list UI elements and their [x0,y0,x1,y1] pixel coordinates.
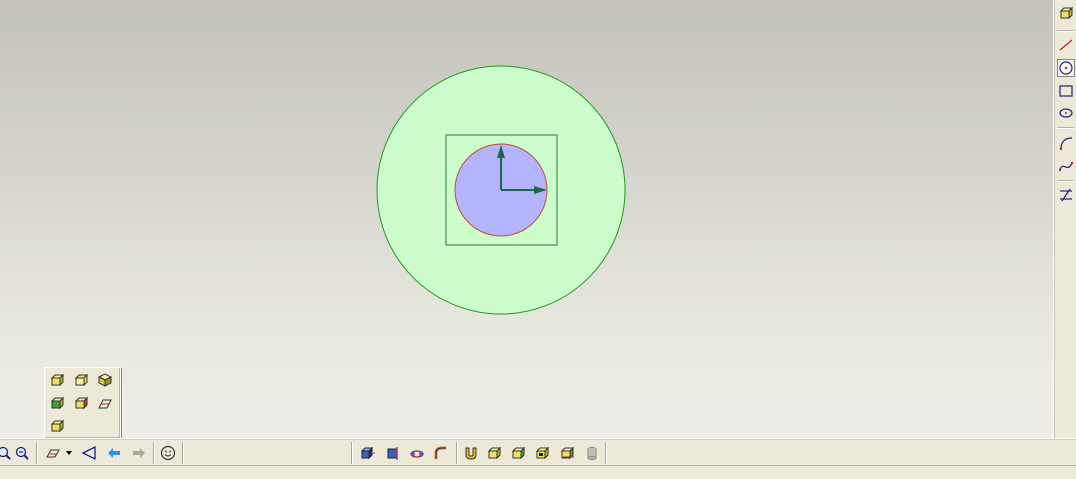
sweep-icon[interactable] [407,443,427,463]
revolve-icon[interactable] [383,443,403,463]
fillet-icon[interactable] [461,443,481,463]
toolbar-separator [605,442,607,464]
cylinder-icon[interactable] [582,443,602,463]
toolbar-separator [182,442,184,464]
toolbar-separator [153,442,155,464]
dropdown-arrow-icon[interactable] [63,443,75,463]
view-iso-icon[interactable] [95,370,115,390]
previous-view-icon[interactable] [104,443,124,463]
solid-box-icon[interactable] [485,443,505,463]
toolbar-separator [351,442,353,464]
view-top-icon[interactable] [71,370,91,390]
line-icon[interactable] [1057,36,1075,54]
wireframe-icon[interactable] [533,443,553,463]
normal-view-icon[interactable] [79,443,99,463]
toolbar-separator [1057,30,1074,32]
toolbar-separator [1057,180,1074,182]
sketch-canvas[interactable] [0,0,1053,438]
trim-icon[interactable] [1057,186,1075,204]
rectangle-icon[interactable] [1057,82,1075,100]
loft-icon[interactable] [431,443,451,463]
shade-icon[interactable] [509,443,529,463]
shell-icon[interactable] [558,443,578,463]
view-front-icon[interactable] [47,370,67,390]
ellipse-icon[interactable] [1057,104,1075,122]
sketch-toolbar [1053,0,1076,438]
zoom-out-icon[interactable] [12,443,32,463]
toolbar-separator [1057,127,1074,129]
view-left-icon[interactable] [47,393,67,413]
spline-icon[interactable] [1057,157,1075,175]
view-plane-icon[interactable] [95,393,115,413]
toolbar-separator [456,442,458,464]
extrude-icon[interactable] [358,443,378,463]
view-orientation-icon[interactable] [43,443,63,463]
view-right-icon[interactable] [71,393,91,413]
smiley-icon[interactable] [158,443,178,463]
toolbar-separator [36,442,38,464]
layer-cube-icon[interactable] [1057,4,1075,22]
arc-icon[interactable] [1057,134,1075,152]
next-view-icon[interactable] [129,443,149,463]
status-bar [0,465,1076,479]
view-back-icon[interactable] [47,416,67,436]
graphics-viewport[interactable] [0,0,1053,438]
view-orientation-flyout [44,367,121,439]
view-toolbar [0,438,1076,466]
circle-icon[interactable] [1057,59,1075,77]
